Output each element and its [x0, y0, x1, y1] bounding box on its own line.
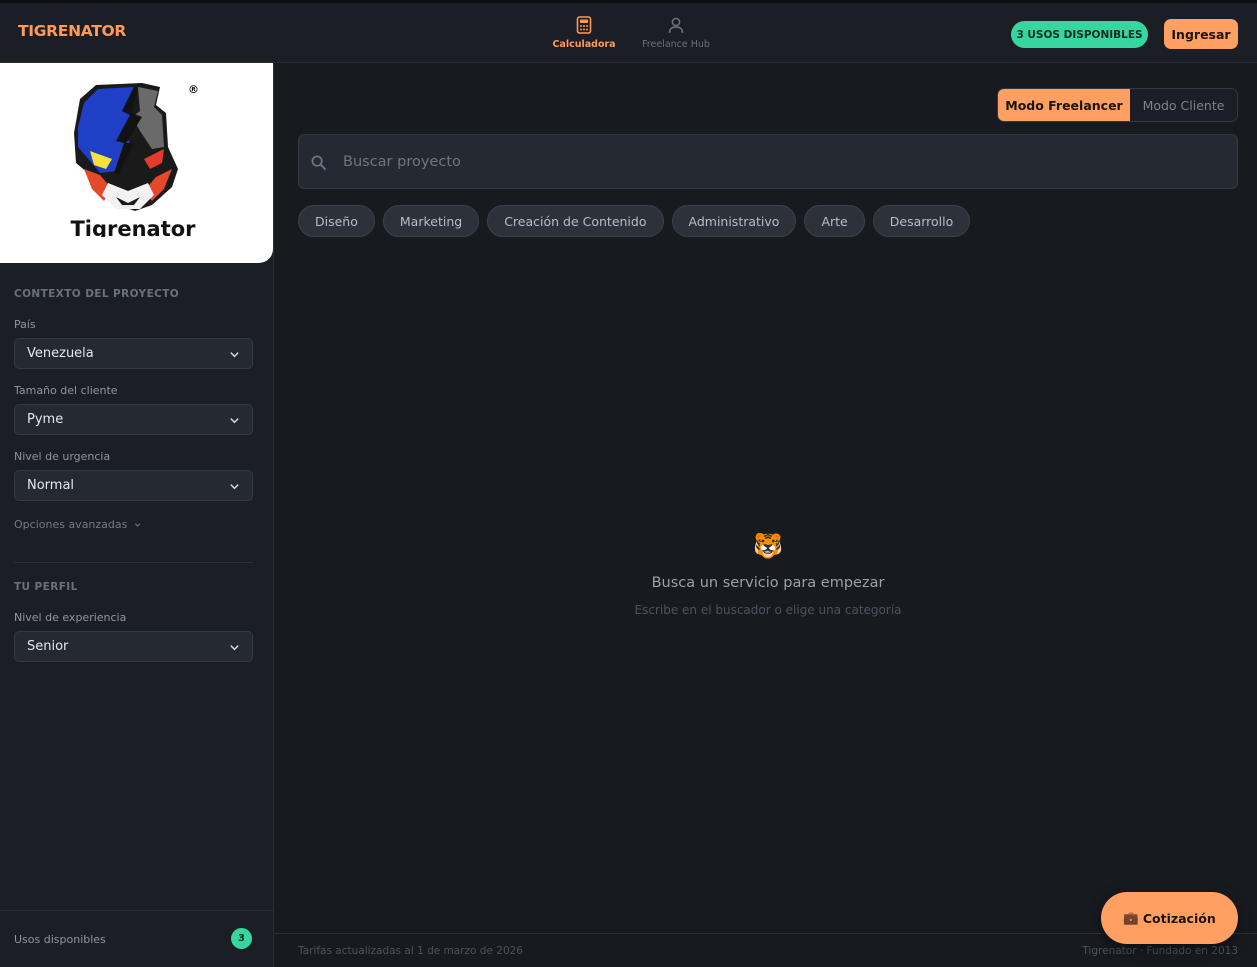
advanced-options-label: Opciones avanzadas — [14, 518, 128, 531]
context-section-title: CONTEXTO DEL PROYECTO — [14, 288, 180, 300]
urgency-value: Normal — [27, 478, 75, 493]
experience-value: Senior — [27, 639, 69, 654]
sidebar-divider — [14, 562, 253, 563]
client-size-select[interactable]: Pyme — [14, 404, 253, 435]
search-icon — [311, 155, 327, 171]
nav-calculadora-label: Calculadora — [552, 39, 616, 50]
tigrenator-logo: ® Tigrenator — [70, 83, 199, 237]
logo-card: ® Tigrenator — [0, 63, 273, 263]
nav-calculadora[interactable]: Calculadora — [548, 16, 620, 50]
chevron-down-icon — [230, 645, 239, 651]
tiger-icon: 🐯 — [753, 532, 783, 560]
country-label: País — [14, 318, 36, 331]
sidebar: ® Tigrenator CONTEXTO DEL PROYECTO País … — [0, 63, 274, 967]
category-chip-administrativo[interactable]: Administrativo — [671, 205, 797, 237]
calculator-icon — [576, 16, 592, 34]
empty-state-title: Busca un servicio para empezar — [651, 575, 885, 591]
brand-name[interactable]: TIGRENATOR — [18, 22, 126, 40]
country-value: Venezuela — [27, 346, 94, 361]
mode-client-button[interactable]: Modo Cliente — [1130, 89, 1237, 121]
client-size-label: Tamaño del cliente — [14, 384, 118, 397]
client-size-value: Pyme — [27, 412, 64, 427]
experience-label: Nivel de experiencia — [14, 611, 127, 624]
category-chip-diseno[interactable]: Diseño — [298, 205, 375, 237]
quote-button-label: Cotización — [1142, 910, 1216, 926]
chevron-down-icon — [230, 352, 239, 358]
country-select[interactable]: Venezuela — [14, 338, 253, 369]
mode-toggle: Modo Freelancer Modo Cliente — [997, 88, 1238, 122]
uses-available-badge: 3 USOS DISPONIBLES — [1011, 21, 1148, 48]
top-bar: TIGRENATOR Calculadora Freelance Hub 3 U… — [0, 3, 1257, 63]
sidebar-footer: Usos disponibles 3 — [0, 910, 273, 967]
empty-state-subtitle: Escribe en el buscador o elige una categ… — [634, 603, 902, 617]
category-chip-creacion-contenido[interactable]: Creación de Contenido — [487, 205, 664, 237]
nav-freelance-hub-label: Freelance Hub — [642, 39, 710, 50]
urgency-select[interactable]: Normal — [14, 470, 253, 501]
registered-mark: ® — [188, 83, 199, 96]
nav-freelance-hub[interactable]: Freelance Hub — [640, 16, 712, 50]
chevron-down-icon — [230, 484, 239, 490]
search-box — [298, 134, 1238, 189]
category-chip-arte[interactable]: Arte — [804, 205, 865, 237]
search-input[interactable] — [343, 135, 1223, 188]
chevron-down-icon — [230, 418, 239, 424]
urgency-label: Nivel de urgencia — [14, 450, 111, 463]
category-chips: Diseño Marketing Creación de Contenido A… — [298, 205, 971, 237]
uses-available-label: Usos disponibles — [14, 933, 106, 946]
profile-section-title: TU PERFIL — [14, 581, 78, 593]
uses-count-badge: 3 — [231, 928, 252, 949]
logo-wordmark: Tigrenator — [70, 217, 196, 237]
category-chip-marketing[interactable]: Marketing — [382, 205, 480, 237]
quote-button[interactable]: 💼 Cotización — [1101, 892, 1238, 944]
briefcase-icon: 💼 — [1123, 910, 1139, 925]
advanced-options-toggle[interactable]: Opciones avanzadas — [14, 518, 142, 531]
founded-note: Tigrenator · Fundado en 2013 — [1082, 945, 1238, 957]
chevron-down-icon — [135, 523, 141, 527]
main-nav: Calculadora Freelance Hub — [548, 16, 712, 50]
mode-freelancer-button[interactable]: Modo Freelancer — [998, 89, 1130, 121]
empty-state: 🐯 Busca un servicio para empezar Escribe… — [298, 531, 1238, 617]
login-button[interactable]: Ingresar — [1164, 19, 1238, 49]
category-chip-desarrollo[interactable]: Desarrollo — [872, 205, 971, 237]
experience-select[interactable]: Senior — [14, 631, 253, 662]
user-icon — [668, 17, 684, 34]
rates-updated-note: Tarifas actualizadas al 1 de marzo de 20… — [298, 945, 523, 957]
